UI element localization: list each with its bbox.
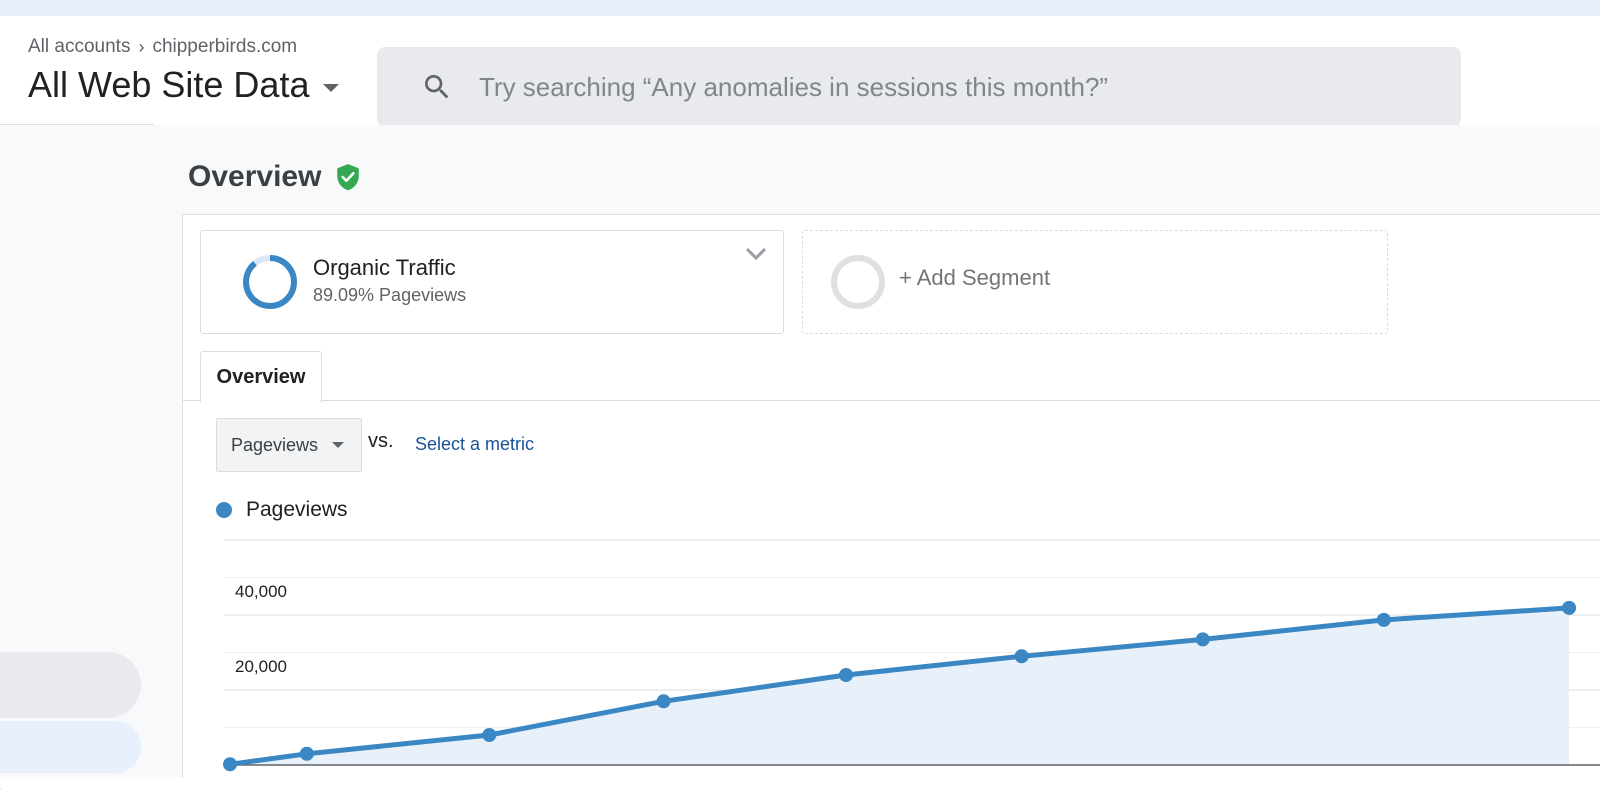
y-tick-label: 40,000 [235, 582, 287, 601]
shield-check-icon [335, 163, 361, 191]
app-header: All accounts › chipperbirds.com All Web … [0, 16, 1600, 124]
pageviews-chart: 60,00040,00020,000 [182, 530, 1600, 777]
add-segment-label: + Add Segment [899, 265, 1050, 291]
segment-ring-icon [241, 253, 299, 311]
top-accent-strip [0, 0, 1600, 16]
metric-dropdown[interactable]: Pageviews [216, 418, 362, 472]
y-tick-label: 20,000 [235, 657, 287, 676]
breadcrumb[interactable]: All accounts › chipperbirds.com [28, 36, 297, 58]
data-point [1196, 632, 1210, 646]
data-point [482, 728, 496, 742]
breadcrumb-root[interactable]: All accounts [28, 36, 130, 58]
sidebar-item-active[interactable] [0, 721, 141, 773]
data-point [300, 747, 314, 761]
vs-label: vs. [368, 430, 394, 453]
data-point [839, 668, 853, 682]
tab-divider [182, 400, 1600, 401]
data-point [1015, 649, 1029, 663]
data-point [657, 694, 671, 708]
sidebar-item[interactable] [0, 652, 141, 718]
chevron-down-icon[interactable] [745, 247, 767, 261]
empty-segment-ring-icon [829, 253, 887, 311]
data-point [223, 757, 237, 771]
data-point [1377, 613, 1391, 627]
legend-dot [216, 502, 232, 518]
page-title: Overview [188, 160, 361, 194]
search-bar[interactable]: Try searching “Any anomalies in sessions… [377, 47, 1461, 127]
property-selector[interactable]: All Web Site Data [28, 64, 339, 106]
segment-name: Organic Traffic [313, 255, 456, 281]
legend-label: Pageviews [246, 498, 348, 522]
breadcrumb-account[interactable]: chipperbirds.com [152, 36, 297, 58]
search-placeholder: Try searching “Any anomalies in sessions… [479, 72, 1108, 103]
caret-down-icon [332, 442, 344, 448]
add-segment-button[interactable]: + Add Segment [802, 230, 1388, 334]
page-header [182, 125, 1600, 214]
metric-dropdown-value: Pageviews [231, 435, 318, 456]
search-icon [421, 71, 453, 103]
caret-down-icon [323, 84, 339, 92]
segment-card-organic-traffic[interactable]: Organic Traffic 89.09% Pageviews [200, 230, 784, 334]
data-point [1562, 601, 1576, 615]
chart-legend: Pageviews [216, 498, 348, 522]
select-metric-link[interactable]: Select a metric [415, 434, 534, 455]
tab-overview[interactable]: Overview [200, 351, 322, 403]
segment-subtitle: 89.09% Pageviews [313, 285, 466, 306]
page-title-text: Overview [188, 160, 321, 194]
sidebar: / [0, 125, 182, 777]
chevron-right-icon: › [138, 37, 144, 58]
property-name: All Web Site Data [28, 64, 309, 106]
